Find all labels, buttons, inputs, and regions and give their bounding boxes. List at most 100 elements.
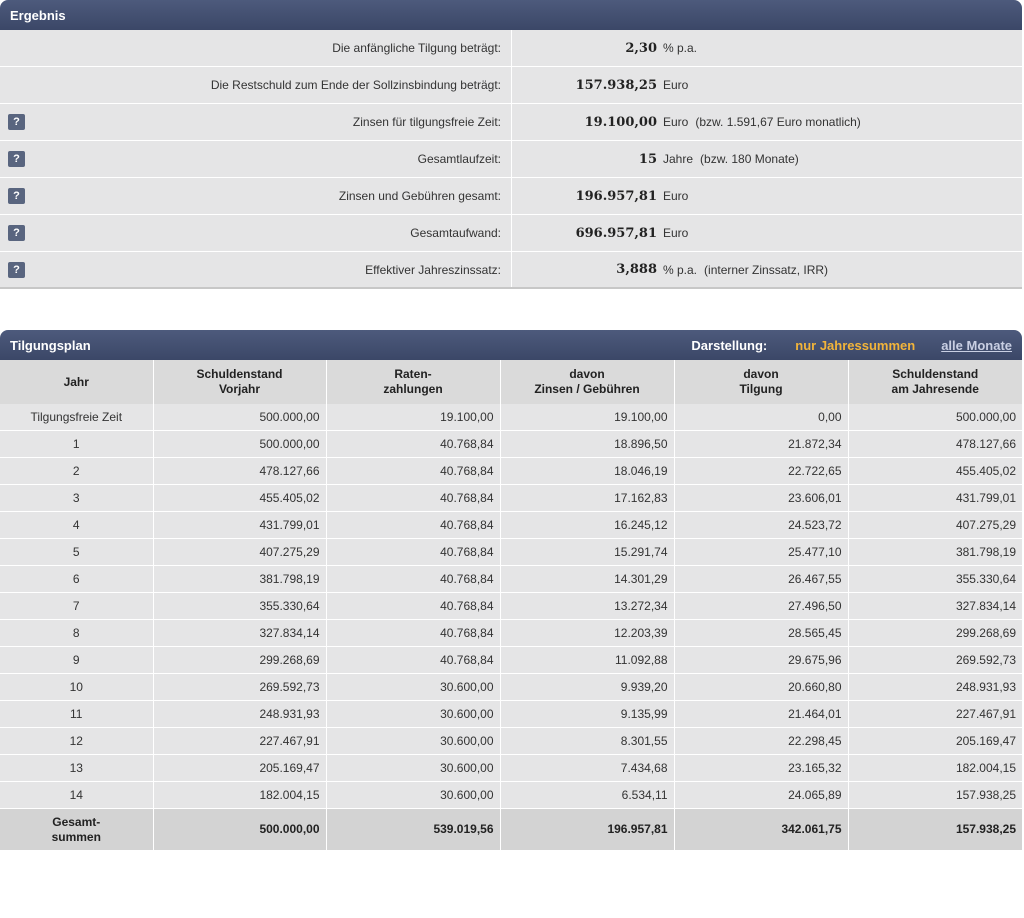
result-row: ? Zinsen für tilgungsfreie Zeit: 19.100,00… [0, 104, 1022, 141]
table-cell: 299.268,69 [848, 619, 1022, 647]
table-cell: 2 [0, 457, 154, 485]
table-cell: 11 [0, 700, 154, 728]
result-value: 2,30 [625, 40, 657, 56]
table-cell: 9.135,99 [500, 700, 675, 728]
column-header-line2: Zinsen / Gebühren [534, 382, 640, 396]
help-icon[interactable]: ? [8, 225, 25, 241]
table-row: 12 227.467,91 30.600,00 8.301,55 22.298,45 20… [0, 727, 1022, 755]
table-cell: 21.872,34 [674, 430, 849, 458]
result-extra: (bzw. 180 Monate) [700, 152, 799, 166]
table-cell: 17.162,83 [500, 484, 675, 512]
total-label-line2: summen [51, 829, 101, 844]
table-cell: 7.434,68 [500, 754, 675, 782]
table-cell: 4 [0, 511, 154, 539]
result-value-cell: 19.100,00 Euro (bzw. 1.591,67 Euro monatli… [512, 104, 1022, 140]
table-cell: 205.169,47 [153, 754, 327, 782]
table-cell: 478.127,66 [848, 430, 1022, 458]
table-cell: 10 [0, 673, 154, 701]
help-icon[interactable]: ? [8, 114, 25, 130]
result-value-cell: 15 Jahre (bzw. 180 Monate) [512, 141, 1022, 177]
total-cell: 539.019,56 [326, 808, 501, 850]
table-cell: 12.203,39 [500, 619, 675, 647]
table-row: 6 381.798,19 40.768,84 14.301,29 26.467,55 35… [0, 565, 1022, 593]
table-cell: 455.405,02 [848, 457, 1022, 485]
help-icon[interactable]: ? [8, 151, 25, 167]
result-label-cell: Die Restschuld zum Ende der Sollzinsbind… [0, 67, 512, 103]
result-row: Die Restschuld zum Ende der Sollzinsbind… [0, 67, 1022, 104]
table-cell: 157.938,25 [848, 781, 1022, 809]
help-icon[interactable]: ? [8, 261, 25, 278]
table-cell: 26.467,55 [674, 565, 849, 593]
table-cell: 16.245,12 [500, 511, 675, 539]
table-cell: 205.169,47 [848, 727, 1022, 755]
table-cell: 12 [0, 727, 154, 755]
table-row: 1 500.000,00 40.768,84 18.896,50 21.872,34 47… [0, 430, 1022, 458]
result-unit: Euro [663, 115, 689, 129]
result-extra: (interner Zinssatz, IRR) [704, 262, 829, 277]
table-row: 10 269.592,73 30.600,00 9.939,20 20.660,80 24… [0, 673, 1022, 701]
result-row: Die anfängliche Tilgung beträgt: 2,30 % p.… [0, 30, 1022, 67]
table-row: 13 205.169,47 30.600,00 7.434,68 23.165,32 18… [0, 754, 1022, 782]
result-row: ? Gesamtlaufzeit: 15 Jahre (bzw. 180 Monate) [0, 141, 1022, 178]
total-row: Gesamt-summen 500.000,00 539.019,56 196.957… [0, 808, 1022, 850]
column-header: davon Tilgung [674, 360, 849, 404]
table-body: Tilgungsfreie Zeit 500.000,00 19.100,00 19.… [0, 404, 1022, 850]
table-cell: 407.275,29 [848, 511, 1022, 539]
result-extra: (bzw. 1.591,67 Euro monatlich) [695, 115, 861, 129]
table-cell: 269.592,73 [848, 646, 1022, 674]
total-cell: 196.957,81 [500, 808, 675, 850]
table-cell: 9 [0, 646, 154, 674]
total-cell: 342.061,75 [674, 808, 849, 850]
ergebnis-panel: Ergebnis Die anfängliche Tilgung beträgt… [0, 0, 1022, 289]
table-cell: 40.768,84 [326, 592, 501, 620]
result-label: Die anfängliche Tilgung beträgt: [332, 41, 501, 55]
table-cell: 7 [0, 592, 154, 620]
table-cell: 500.000,00 [848, 404, 1022, 431]
option-alle-monate-link[interactable]: alle Monate [941, 338, 1012, 353]
result-label: Zinsen und Gebühren gesamt: [338, 189, 501, 203]
table-cell: 40.768,84 [326, 565, 501, 593]
tilgungsplan-header: Tilgungsplan Darstellung: nur Jahressumm… [0, 330, 1022, 360]
result-value: 696.957,81 [575, 225, 657, 241]
column-header-line2: am Jahresende [891, 382, 979, 396]
table-cell: 355.330,64 [848, 565, 1022, 593]
column-header-line1: Jahr [63, 374, 89, 389]
result-label: Die Restschuld zum Ende der Sollzinsbind… [210, 78, 501, 92]
table-cell: 8 [0, 619, 154, 647]
total-label-cell: Gesamt-summen [0, 808, 154, 850]
table-cell: 6 [0, 565, 154, 593]
help-icon[interactable]: ? [8, 188, 25, 204]
result-row: ? Zinsen und Gebühren gesamt: 196.957,81 Eu… [0, 178, 1022, 215]
table-cell: 431.799,01 [153, 511, 327, 539]
table-row: 3 455.405,02 40.768,84 17.162,83 23.606,01 43… [0, 484, 1022, 512]
table-cell: 14.301,29 [500, 565, 675, 593]
column-header: Raten-zahlungen [326, 360, 501, 404]
table-cell: 13 [0, 754, 154, 782]
table-cell: 23.165,32 [674, 754, 849, 782]
table-cell: 227.467,91 [848, 700, 1022, 728]
table-cell: 5 [0, 538, 154, 566]
option-nur-jahressummen[interactable]: nur Jahressummen [795, 338, 915, 353]
result-unit: % p.a. [663, 41, 698, 55]
table-cell: 182.004,15 [153, 781, 327, 809]
ergebnis-header: Ergebnis [0, 0, 1022, 30]
column-header-line1: davon [743, 367, 779, 381]
column-header: Jahr [0, 360, 154, 404]
table-cell: 27.496,50 [674, 592, 849, 620]
total-cell: 500.000,00 [153, 808, 327, 850]
column-header-line2: Vorjahr [218, 382, 261, 396]
table-cell: 22.722,65 [674, 457, 849, 485]
result-label: Gesamtaufwand: [410, 226, 501, 240]
table-cell: 18.046,19 [500, 457, 675, 485]
table-cell: 3 [0, 484, 154, 512]
result-label-cell: ? Zinsen für tilgungsfreie Zeit: [0, 104, 512, 140]
result-unit: Euro [663, 226, 689, 240]
table-cell: 20.660,80 [674, 673, 849, 701]
table-cell: 381.798,19 [848, 538, 1022, 566]
column-header-line2: zahlungen [383, 382, 443, 396]
column-header-line1: davon [569, 367, 605, 381]
result-label: Effektiver Jahreszinssatz: [365, 262, 501, 277]
column-header-line1: Schuldenstand [196, 367, 283, 381]
table-cell: Tilgungsfreie Zeit [0, 404, 154, 431]
table-cell: 8.301,55 [500, 727, 675, 755]
